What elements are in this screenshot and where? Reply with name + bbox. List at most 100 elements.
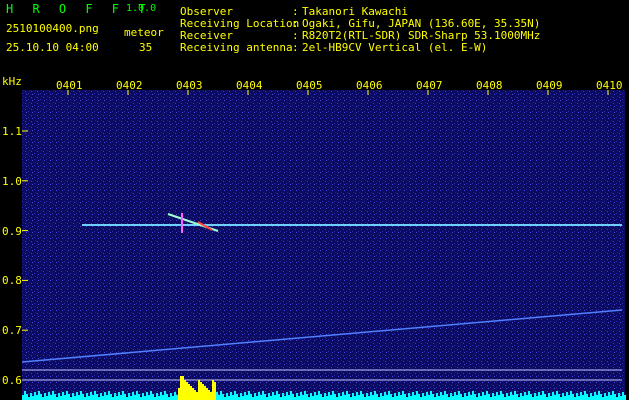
histogram-bar (600, 394, 602, 400)
histogram-bar (82, 394, 84, 400)
histogram-bar (528, 391, 530, 400)
histogram-bar (354, 396, 356, 400)
histogram-bar (146, 392, 148, 400)
histogram-bar (548, 393, 550, 400)
histogram-bar (346, 391, 348, 400)
histogram-bar (562, 393, 564, 400)
histogram-bar (454, 392, 456, 400)
histogram-bar (356, 392, 358, 400)
histogram-bar (290, 391, 292, 400)
spectrogram-plot (21, 90, 626, 400)
histogram-bar (36, 395, 38, 400)
histogram-bar (580, 392, 582, 400)
histogram-bar (228, 396, 230, 400)
histogram-bar (124, 394, 126, 400)
histogram-bar (424, 396, 426, 400)
histogram-bar (180, 376, 182, 400)
observer-colon: : (292, 5, 299, 18)
histogram-bar (418, 394, 420, 400)
histogram-bar (550, 396, 552, 400)
histogram-bar (310, 393, 312, 400)
histogram-bar (446, 394, 448, 400)
histogram-bar (184, 380, 186, 400)
histogram-bar (514, 391, 516, 400)
histogram-bar (196, 392, 198, 400)
antenna-colon: : (292, 41, 299, 54)
histogram-bar (174, 392, 176, 400)
histogram-bar (204, 386, 206, 400)
histogram-bar (458, 391, 460, 400)
histogram-bar (120, 395, 122, 400)
histogram-bar (410, 396, 412, 400)
histogram-bar (152, 394, 154, 400)
histogram-bar (540, 395, 542, 400)
histogram-bar (206, 388, 208, 400)
histogram-bar (240, 393, 242, 400)
histogram-bar (486, 391, 488, 400)
histogram-bar (530, 394, 532, 400)
histogram-bar (166, 394, 168, 400)
histogram-bar (248, 391, 250, 400)
histogram-bar (582, 395, 584, 400)
histogram-bar (188, 384, 190, 400)
histogram-bar (110, 394, 112, 400)
histogram-bar (276, 391, 278, 400)
location-colon: : (292, 17, 299, 30)
histogram-bar (142, 393, 144, 400)
histogram-bar (610, 395, 612, 400)
histogram-bar (302, 395, 304, 400)
histogram-bar (186, 382, 188, 400)
histogram-bar (466, 396, 468, 400)
histogram-bar (572, 394, 574, 400)
histogram-bar (190, 386, 192, 400)
histogram-bar (624, 395, 626, 400)
histogram-bar (482, 392, 484, 400)
histogram-bar (222, 394, 224, 400)
histogram-bar (422, 393, 424, 400)
histogram-bar (326, 396, 328, 400)
histogram-bar (72, 393, 74, 400)
histogram-bar (452, 396, 454, 400)
histogram-bar (506, 393, 508, 400)
histogram-bar (122, 391, 124, 400)
histogram-bar (538, 392, 540, 400)
histogram-bar (606, 396, 608, 400)
time-tick-label: 0401 (56, 79, 83, 92)
histogram-bar (182, 376, 184, 400)
histogram-bar (340, 396, 342, 400)
histogram-bar (374, 391, 376, 400)
histogram-bar (586, 394, 588, 400)
histogram-bar (158, 396, 160, 400)
histogram-bar (130, 396, 132, 400)
histogram-bar (170, 393, 172, 400)
histogram-bar (232, 395, 234, 400)
histogram-bar (332, 391, 334, 400)
histogram-bar (488, 394, 490, 400)
histogram-bar (320, 394, 322, 400)
histogram-bar (426, 392, 428, 400)
histogram-bar (176, 395, 178, 400)
histogram-bar (386, 395, 388, 400)
histogram-bar (218, 395, 220, 400)
histogram-bar (50, 395, 52, 400)
time-tick-label: 0410 (596, 79, 623, 92)
histogram-bar (258, 392, 260, 400)
histogram-bar (216, 392, 218, 400)
histogram-bar (400, 395, 402, 400)
histogram-bar (270, 396, 272, 400)
histogram-bar (40, 394, 42, 400)
location-label: Receiving Location (180, 17, 300, 30)
histogram-bar (46, 396, 48, 400)
histogram-bar (620, 396, 622, 400)
histogram-bar (536, 396, 538, 400)
histogram-bar (30, 393, 32, 400)
histogram-bar (556, 391, 558, 400)
histogram-bar (416, 391, 418, 400)
app-version: 1.0.0 (126, 3, 157, 14)
histogram-bar (134, 395, 136, 400)
histogram-bar (366, 393, 368, 400)
time-tick-label: 0407 (416, 79, 443, 92)
histogram-bar (178, 388, 180, 400)
histogram-bar (598, 391, 600, 400)
histogram-bar (298, 396, 300, 400)
